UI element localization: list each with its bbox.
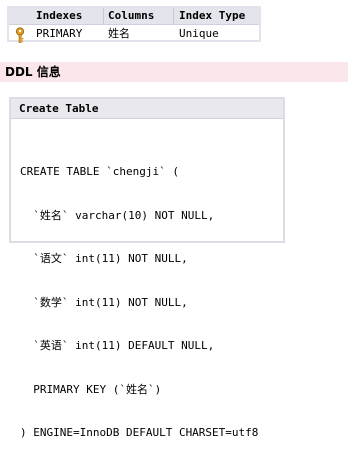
- index-type: Unique: [179, 27, 219, 40]
- create-table-title: Create Table: [19, 102, 99, 115]
- code-line: CREATE TABLE `chengji` (: [20, 165, 179, 178]
- indexes-table-header: Indexes Columns Index Type: [9, 8, 259, 25]
- table-row[interactable]: PRIMARY 姓名 Unique: [9, 26, 259, 43]
- index-columns: 姓名: [108, 27, 130, 40]
- column-header-columns[interactable]: Columns: [108, 8, 154, 24]
- code-line: `姓名` varchar(10) NOT NULL,: [20, 208, 215, 222]
- ddl-code-block[interactable]: CREATE TABLE `chengji` ( `姓名` varchar(10…: [20, 136, 258, 470]
- create-table-header: Create Table: [11, 99, 283, 119]
- create-table-panel: Create Table CREATE TABLE `chengji` ( `姓…: [9, 97, 285, 439]
- code-line: `数学` int(11) NOT NULL,: [20, 295, 188, 309]
- column-header-index-type[interactable]: Index Type: [179, 8, 245, 24]
- index-name: PRIMARY: [36, 27, 83, 40]
- column-separator: [173, 8, 174, 24]
- code-line: PRIMARY KEY (`姓名`): [20, 382, 162, 396]
- column-separator: [103, 8, 104, 24]
- ddl-section-title: DDL 信息: [5, 65, 61, 79]
- column-header-indexes[interactable]: Indexes: [36, 8, 82, 24]
- key-icon: [15, 27, 25, 43]
- ddl-section-header: DDL 信息: [0, 62, 348, 82]
- code-line: `英语` int(11) DEFAULT NULL,: [20, 339, 215, 352]
- code-line: ) ENGINE=InnoDB DEFAULT CHARSET=utf8: [20, 426, 259, 439]
- code-line: `语文` int(11) NOT NULL,: [20, 252, 188, 265]
- indexes-table: Indexes Columns Index Type PRIMARY 姓名 Un…: [7, 6, 261, 43]
